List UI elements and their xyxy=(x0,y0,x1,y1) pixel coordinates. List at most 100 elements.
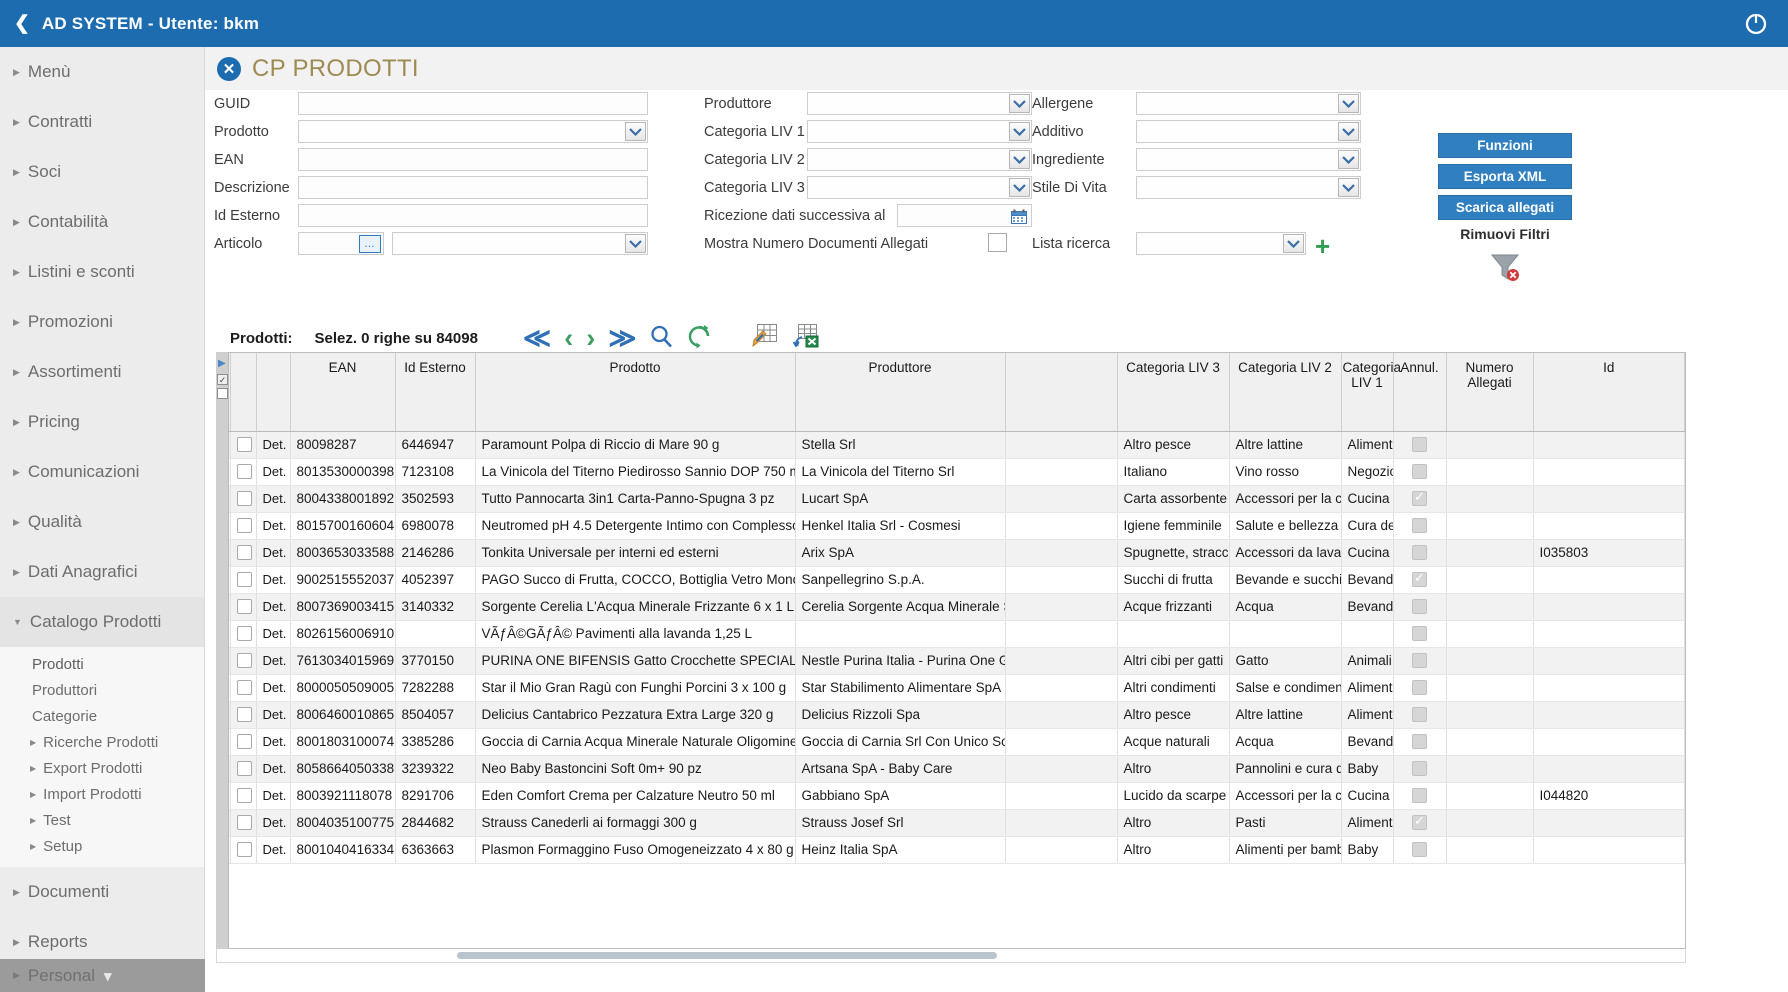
articolo-select[interactable] xyxy=(392,232,648,255)
row-detail-link[interactable]: Det. xyxy=(256,593,291,621)
header-categoria-liv-1[interactable]: Categoria LIV 1 xyxy=(1341,353,1401,432)
horizontal-scrollbar[interactable] xyxy=(216,949,1686,963)
chevron-down-icon[interactable] xyxy=(1009,150,1030,169)
cell-annul[interactable] xyxy=(1393,539,1447,567)
esporta-xml-button[interactable]: Esporta XML xyxy=(1438,164,1572,189)
row-detail-link[interactable]: Det. xyxy=(256,782,291,810)
search-icon[interactable] xyxy=(649,324,674,353)
table-row[interactable]: Det. 8004338001892 3502593 Tutto Pannocarta… xyxy=(217,485,1685,513)
grid-edit-icon[interactable] xyxy=(752,323,779,353)
select-all-checked-icon[interactable]: ✓ xyxy=(217,374,228,385)
row-select-checkbox[interactable] xyxy=(230,809,257,837)
chevron-down-icon[interactable] xyxy=(625,122,646,141)
header-id[interactable]: Id xyxy=(1533,353,1685,432)
row-select-checkbox[interactable] xyxy=(230,539,257,567)
row-select-checkbox[interactable] xyxy=(230,458,257,486)
sidebar-item-documenti[interactable]: ▶ Documenti xyxy=(0,867,204,917)
chevron-down-icon[interactable] xyxy=(625,234,646,253)
add-lista-ricerca-icon[interactable]: + xyxy=(1315,233,1330,259)
cell-annul[interactable] xyxy=(1393,728,1447,756)
row-detail-link[interactable]: Det. xyxy=(256,431,291,459)
row-detail-link[interactable]: Det. xyxy=(256,485,291,513)
cell-annul[interactable] xyxy=(1393,755,1447,783)
sidebar-item-contratti[interactable]: ▶ Contratti xyxy=(0,97,204,147)
rimuovi-filtri-button[interactable] xyxy=(1438,250,1572,284)
cell-annul[interactable] xyxy=(1393,809,1447,837)
sidebar-item-catalogo-prodotti[interactable]: ▼ Catalogo Prodotti xyxy=(0,597,204,647)
cell-annul[interactable] xyxy=(1393,674,1447,702)
chevron-down-icon[interactable] xyxy=(1338,94,1359,113)
table-row[interactable]: Det. 9002515552037 4052397 PAGO Succo di Fr… xyxy=(217,566,1685,594)
cell-annul[interactable] xyxy=(1393,836,1447,864)
table-row[interactable]: Det. 8004035100775 2844682 Strauss Canederl… xyxy=(217,809,1685,837)
row-detail-link[interactable]: Det. xyxy=(256,647,291,675)
cell-annul[interactable] xyxy=(1393,782,1447,810)
chevron-down-icon[interactable] xyxy=(1009,122,1030,141)
cell-annul[interactable] xyxy=(1393,647,1447,675)
cell-annul[interactable] xyxy=(1393,566,1447,594)
chevron-down-icon[interactable] xyxy=(1338,178,1359,197)
row-select-checkbox[interactable] xyxy=(230,674,257,702)
sidebar-item-promozioni[interactable]: ▶ Promozioni xyxy=(0,297,204,347)
header-annul[interactable]: Annul. xyxy=(1393,353,1447,432)
row-detail-link[interactable]: Det. xyxy=(256,728,291,756)
last-page-icon[interactable]: ≫ xyxy=(608,324,636,352)
previous-page-icon[interactable]: ‹ xyxy=(564,324,573,352)
sidebar-item-dati-anagrafici[interactable]: ▶ Dati Anagrafici xyxy=(0,547,204,597)
cell-annul[interactable] xyxy=(1393,701,1447,729)
row-detail-link[interactable]: Det. xyxy=(256,674,291,702)
allergene-select[interactable] xyxy=(1136,92,1361,115)
guid-input[interactable] xyxy=(298,92,648,115)
sidebar-item-comunicazioni[interactable]: ▶ Comunicazioni xyxy=(0,447,204,497)
sidebar-item-contabilita[interactable]: ▶ Contabilità xyxy=(0,197,204,247)
cell-annul[interactable] xyxy=(1393,485,1447,513)
row-detail-link[interactable]: Det. xyxy=(256,512,291,540)
scrollbar-thumb[interactable] xyxy=(457,952,997,959)
row-select-checkbox[interactable] xyxy=(230,701,257,729)
table-row[interactable]: Det. 8000050509005 7282288 Star il Mio Gran… xyxy=(217,674,1685,702)
cell-annul[interactable] xyxy=(1393,512,1447,540)
ean-input[interactable] xyxy=(298,148,648,171)
row-detail-link[interactable]: Det. xyxy=(256,809,291,837)
sidebar-subitem-ricerche-prodotti[interactable]: ▶ Ricerche Prodotti xyxy=(0,729,204,755)
descrizione-input[interactable] xyxy=(298,176,648,199)
table-row[interactable]: Det. 8013530000398 7123108 La Vinicola del … xyxy=(217,458,1685,486)
ingrediente-select[interactable] xyxy=(1136,148,1361,171)
table-row[interactable]: Det. 8003653033588 2146286 Tonkita Universa… xyxy=(217,539,1685,567)
header-numero-allegati[interactable]: Numero Allegati xyxy=(1446,353,1534,432)
header-ean[interactable]: EAN xyxy=(290,353,396,432)
row-select-checkbox[interactable] xyxy=(230,836,257,864)
row-detail-link[interactable]: Det. xyxy=(256,701,291,729)
sidebar-subitem-import-prodotti[interactable]: ▶ Import Prodotti xyxy=(0,781,204,807)
funzioni-button[interactable]: Funzioni xyxy=(1438,133,1572,158)
articolo-lookup-input[interactable]: … xyxy=(298,232,384,255)
row-select-checkbox[interactable] xyxy=(230,485,257,513)
row-detail-link[interactable]: Det. xyxy=(256,836,291,864)
header-id-esterno[interactable]: Id Esterno xyxy=(395,353,476,432)
table-row[interactable]: Det. 80098287 6446947 Paramount Polpa di Ri… xyxy=(217,431,1685,459)
cell-annul[interactable] xyxy=(1393,431,1447,459)
sidebar-subitem-test[interactable]: ▶ Test xyxy=(0,807,204,833)
id-esterno-input[interactable] xyxy=(298,204,648,227)
row-detail-link[interactable]: Det. xyxy=(256,620,291,648)
prodotto-select[interactable] xyxy=(298,120,648,143)
ellipsis-icon[interactable]: … xyxy=(359,235,381,253)
sidebar-item-menu[interactable]: ▶ Menù xyxy=(0,47,204,97)
chevron-down-icon[interactable] xyxy=(1009,94,1030,113)
categoria-liv3-select[interactable] xyxy=(807,176,1032,199)
header-select-all[interactable] xyxy=(230,353,257,432)
stile-di-vita-select[interactable] xyxy=(1136,176,1361,199)
grid-row-handle-column[interactable]: ▶ ✓ xyxy=(216,352,229,949)
chevron-down-icon[interactable] xyxy=(1009,178,1030,197)
row-select-checkbox[interactable] xyxy=(230,593,257,621)
table-row[interactable]: Det. 7613034015969 3770150 PURINA ONE BIFEN… xyxy=(217,647,1685,675)
cell-annul[interactable] xyxy=(1393,620,1447,648)
row-detail-link[interactable]: Det. xyxy=(256,755,291,783)
scarica-allegati-button[interactable]: Scarica allegati xyxy=(1438,195,1572,220)
row-detail-link[interactable]: Det. xyxy=(256,539,291,567)
header-categoria-liv-2[interactable]: Categoria LIV 2 xyxy=(1229,353,1342,432)
sidebar-item-qualita[interactable]: ▶ Qualità xyxy=(0,497,204,547)
table-row[interactable]: Det. 8015700160604 6980078 Neutromed pH 4.5… xyxy=(217,512,1685,540)
categoria-liv2-select[interactable] xyxy=(807,148,1032,171)
table-row[interactable]: Det. 8026156006910 VÃƒÂ©GÃƒÂ© Pavimenti al… xyxy=(217,620,1685,648)
